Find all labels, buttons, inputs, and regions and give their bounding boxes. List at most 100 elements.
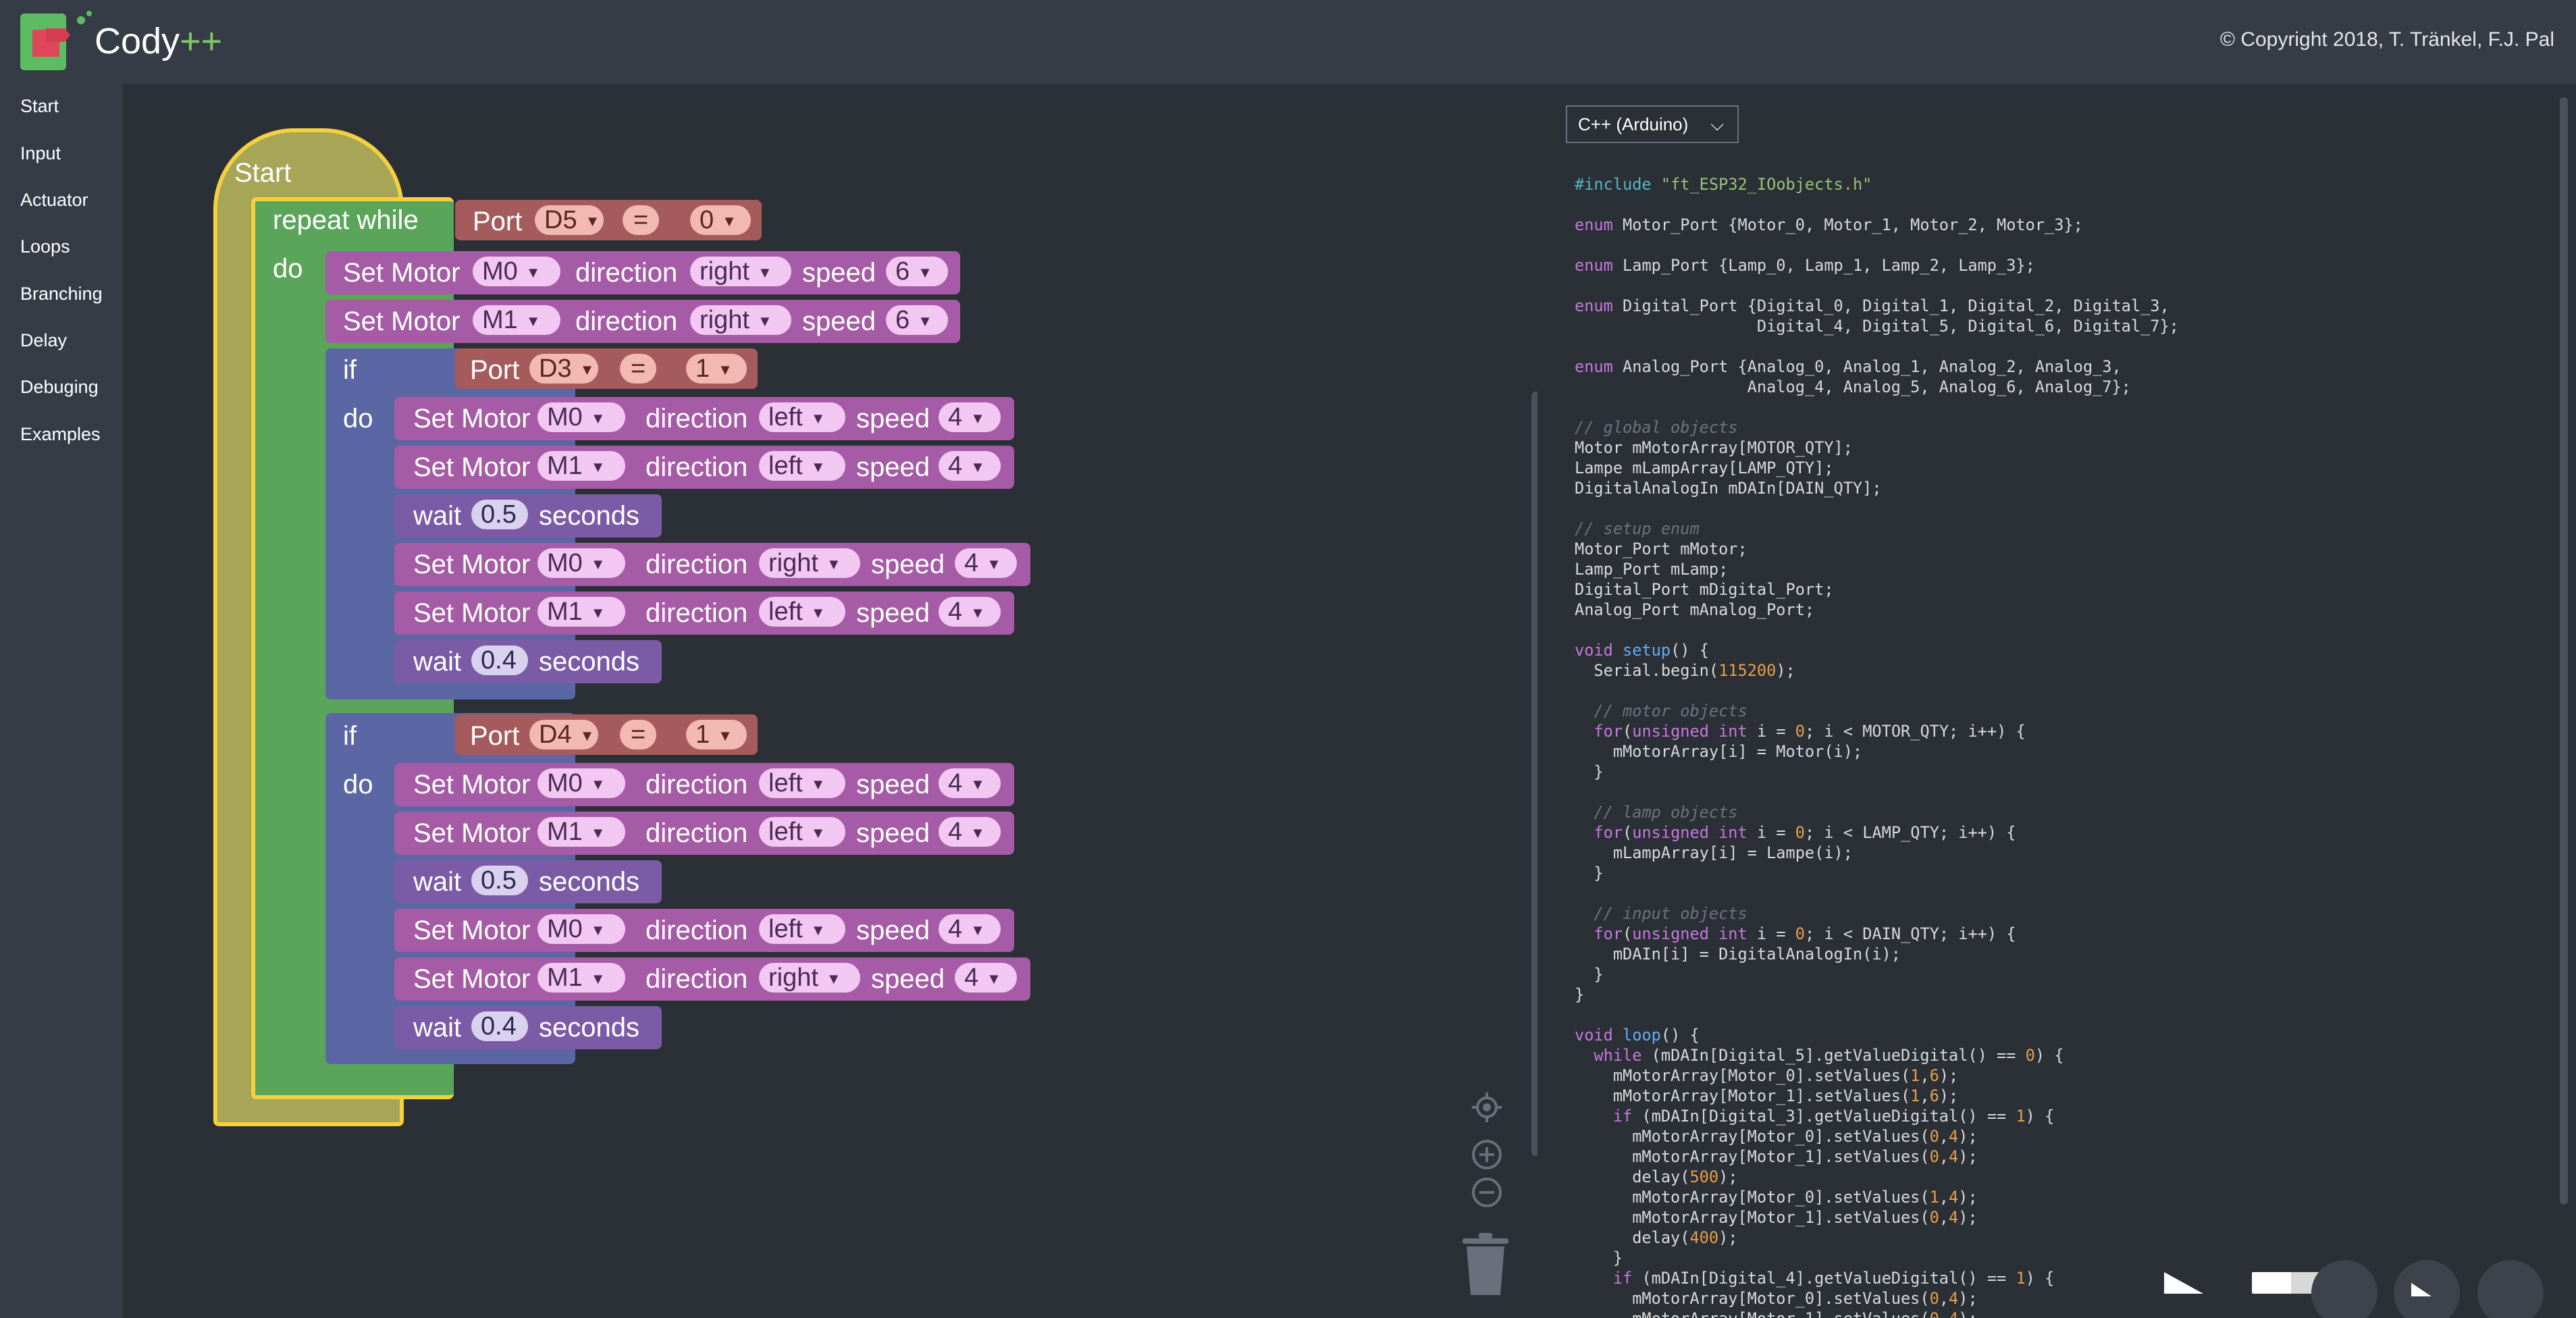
direction-dropdown[interactable]: right ▼ bbox=[690, 305, 791, 335]
speed-dropdown[interactable]: 4 ▼ bbox=[939, 914, 1001, 944]
sidebar-item-input[interactable]: Input bbox=[20, 143, 61, 164]
speed-dropdown[interactable]: 4 ▼ bbox=[939, 597, 1001, 627]
wait-label: wait bbox=[413, 501, 462, 531]
target-icon[interactable] bbox=[1469, 1090, 1504, 1125]
if-do-label: do bbox=[343, 770, 373, 799]
direction-label: direction bbox=[646, 818, 748, 848]
direction-dropdown[interactable]: right ▼ bbox=[759, 963, 860, 993]
set-motor-label: Set Motor bbox=[413, 916, 531, 945]
direction-dropdown[interactable]: left ▼ bbox=[759, 914, 845, 944]
seconds-label: seconds bbox=[539, 647, 639, 677]
trash-icon[interactable] bbox=[1460, 1233, 1511, 1298]
direction-dropdown[interactable]: left ▼ bbox=[759, 402, 845, 432]
direction-label: direction bbox=[575, 307, 678, 336]
code-view: #include "ft_ESP32_IOobjects.h" enum Mot… bbox=[1575, 175, 2179, 1318]
speed-label: speed bbox=[856, 404, 930, 433]
set-motor-label: Set Motor bbox=[413, 964, 531, 994]
if-value-dropdown[interactable]: 1 ▼ bbox=[686, 720, 747, 749]
direction-label: direction bbox=[646, 404, 748, 433]
direction-dropdown[interactable]: left ▼ bbox=[759, 768, 845, 798]
speed-dropdown[interactable]: 4 ▼ bbox=[939, 451, 1001, 481]
chevron-down-icon: ⌵ bbox=[1710, 114, 1724, 134]
port-label: Port bbox=[470, 355, 520, 385]
arrow-icon[interactable] bbox=[2161, 1269, 2209, 1296]
code-panel: C++ (Arduino) ⌵ #include "ft_ESP32_IOobje… bbox=[1537, 84, 2576, 1318]
sidebar-item-loops[interactable]: Loops bbox=[20, 236, 70, 257]
sidebar-item-examples[interactable]: Examples bbox=[20, 424, 101, 445]
speed-label: speed bbox=[856, 916, 930, 945]
speed-dropdown[interactable]: 4 ▼ bbox=[939, 768, 1001, 798]
direction-label: direction bbox=[646, 916, 748, 945]
repeat-do-label: do bbox=[273, 254, 303, 284]
set-motor-label: Set Motor bbox=[413, 770, 531, 799]
sidebar-item-start[interactable]: Start bbox=[20, 96, 59, 117]
motor-dropdown[interactable]: M1 ▼ bbox=[473, 305, 560, 335]
motor-dropdown[interactable]: M0 ▼ bbox=[537, 548, 625, 578]
wait-value-input[interactable]: 0.4 bbox=[471, 1011, 528, 1041]
motor-dropdown[interactable]: M0 ▼ bbox=[537, 768, 625, 798]
eq-operator[interactable]: = bbox=[620, 720, 656, 749]
if-label: if bbox=[343, 721, 357, 751]
app-header: Cody++ © Copyright 2018, T. Tränkel, F.J… bbox=[0, 0, 2576, 84]
direction-label: direction bbox=[646, 964, 748, 994]
speed-dropdown[interactable]: 4 ▼ bbox=[955, 963, 1017, 993]
zoom-out-icon[interactable] bbox=[1471, 1176, 1503, 1209]
circle-button[interactable] bbox=[2477, 1260, 2544, 1318]
block-workspace[interactable]: Start repeat while do Port D5 ▼ = 0 ▼ Set … bbox=[123, 84, 1537, 1318]
repeat-while-label: repeat while bbox=[273, 205, 419, 235]
while-port-dropdown[interactable]: D5 ▼ bbox=[535, 205, 604, 235]
while-value-dropdown[interactable]: 0 ▼ bbox=[690, 205, 751, 235]
eq-operator[interactable]: = bbox=[620, 354, 656, 384]
direction-dropdown[interactable]: right ▼ bbox=[690, 257, 791, 286]
if-label: if bbox=[343, 355, 357, 385]
direction-dropdown[interactable]: left ▼ bbox=[759, 451, 845, 481]
motor-dropdown[interactable]: M1 ▼ bbox=[537, 597, 625, 627]
circle-button[interactable] bbox=[2311, 1260, 2377, 1318]
motor-dropdown[interactable]: M1 ▼ bbox=[537, 451, 625, 481]
direction-label: direction bbox=[646, 770, 748, 799]
motor-dropdown[interactable]: M1 ▼ bbox=[537, 963, 625, 993]
sidebar-item-actuator[interactable]: Actuator bbox=[20, 190, 88, 211]
motor-dropdown[interactable]: M0 ▼ bbox=[537, 402, 625, 432]
direction-dropdown[interactable]: left ▼ bbox=[759, 597, 845, 627]
sidebar-item-debuging[interactable]: Debuging bbox=[20, 377, 99, 398]
direction-dropdown[interactable]: right ▼ bbox=[759, 548, 860, 578]
speed-label: speed bbox=[856, 452, 930, 482]
if-do-label: do bbox=[343, 404, 373, 433]
speed-dropdown[interactable]: 4 ▼ bbox=[939, 402, 1001, 432]
set-motor-label: Set Motor bbox=[343, 307, 461, 336]
direction-label: direction bbox=[646, 550, 748, 579]
wait-value-input[interactable]: 0.4 bbox=[471, 645, 528, 675]
direction-label: direction bbox=[646, 598, 748, 628]
sidebar-item-branching[interactable]: Branching bbox=[20, 284, 103, 305]
wait-label: wait bbox=[413, 647, 462, 677]
if-port-dropdown[interactable]: D4 ▼ bbox=[529, 720, 598, 749]
set-motor-label: Set Motor bbox=[413, 550, 531, 579]
wait-label: wait bbox=[413, 867, 462, 897]
copyright-text: © Copyright 2018, T. Tränkel, F.J. Pal bbox=[2219, 28, 2554, 51]
direction-dropdown[interactable]: left ▼ bbox=[759, 817, 845, 847]
eq-operator[interactable]: = bbox=[623, 205, 659, 235]
language-select[interactable]: C++ (Arduino) ⌵ bbox=[1566, 105, 1739, 143]
speed-label: speed bbox=[856, 818, 930, 848]
if-value-dropdown[interactable]: 1 ▼ bbox=[686, 354, 747, 384]
speed-dropdown[interactable]: 6 ▼ bbox=[886, 257, 948, 286]
port-label: Port bbox=[470, 721, 520, 751]
sidebar-item-delay[interactable]: Delay bbox=[20, 330, 67, 351]
speed-dropdown[interactable]: 6 ▼ bbox=[886, 305, 948, 335]
speed-label: speed bbox=[802, 258, 876, 288]
workspace-scrollbar[interactable] bbox=[1531, 392, 1537, 1156]
code-scrollbar[interactable] bbox=[2560, 97, 2568, 1205]
wait-value-input[interactable]: 0.5 bbox=[471, 866, 528, 895]
motor-dropdown[interactable]: M0 ▼ bbox=[537, 914, 625, 944]
sidebar: Start Input Actuator Loops Branching Del… bbox=[0, 84, 123, 1318]
zoom-in-icon[interactable] bbox=[1471, 1138, 1503, 1171]
seconds-label: seconds bbox=[539, 501, 639, 531]
speed-dropdown[interactable]: 4 ▼ bbox=[955, 548, 1017, 578]
direction-label: direction bbox=[575, 258, 678, 288]
if-port-dropdown[interactable]: D3 ▼ bbox=[529, 354, 598, 384]
speed-dropdown[interactable]: 4 ▼ bbox=[939, 817, 1001, 847]
motor-dropdown[interactable]: M0 ▼ bbox=[473, 257, 560, 286]
motor-dropdown[interactable]: M1 ▼ bbox=[537, 817, 625, 847]
wait-value-input[interactable]: 0.5 bbox=[471, 500, 528, 529]
